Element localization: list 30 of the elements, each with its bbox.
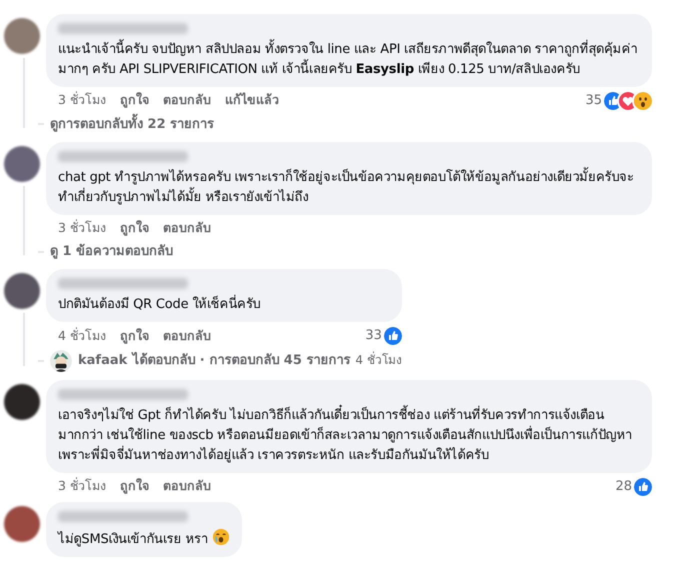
timestamp: 3 ชั่วโมง xyxy=(58,91,106,110)
edited-label: แก้ไขแล้ว xyxy=(224,91,279,110)
view-replies-link[interactable]: ดู 1 ข้อความตอบกลับ xyxy=(50,242,174,262)
reply-summary-link[interactable]: ได้ตอบกลับ · การตอบกลับ 45 รายการ xyxy=(132,351,350,370)
replier-name: kafaak xyxy=(78,352,128,370)
view-replies-link[interactable]: ดูการตอบกลับทั้ง 22 รายการ xyxy=(50,114,214,134)
comment-text: ไม่ดูSMSเงินเข้ากันเรย หรา xyxy=(58,528,230,550)
action-link[interactable]: ถูกใจ xyxy=(120,477,149,496)
timestamp: 4 ชั่วโมง xyxy=(58,326,106,345)
reaction-count[interactable]: 35 xyxy=(585,91,602,110)
avatar[interactable] xyxy=(50,350,72,372)
avatar[interactable] xyxy=(4,273,40,310)
action-link[interactable]: ถูกใจ xyxy=(120,326,149,346)
avatar[interactable] xyxy=(4,506,40,542)
timestamp: 4 ชั่วโมง xyxy=(355,351,402,369)
comment-text: เอาจริงๆไม่ใช่ Gpt ก็ทำได้ครับ ไม่บอกวิธีก็แล้วกันเดี๋ยวเป็นการชี้ช่อง แต่ร้านที่รับควรทำการแจ้งเตือนมากกว่า เช่นใช้line ของscb หรือตอนมียอดเข้าก็สละเวลามาดูการแจ้งเตือนสักแปปนึงเพื่อเป็นการแก้ปัญหา เพราะพี่มิจจี่มันหาช่องทางได้อยู่แล้ว เราควรตระหนัก และรับมือกันมันให้ได้ครับ xyxy=(58,406,640,466)
action-link[interactable]: ตอบกลับ xyxy=(162,91,211,110)
reaction-count[interactable]: 28 xyxy=(615,476,632,496)
reaction-count[interactable]: 33 xyxy=(365,326,382,346)
timestamp: 3 ชั่วโมง xyxy=(58,477,106,496)
action-link[interactable]: ตอบกลับ xyxy=(162,477,211,496)
action-link[interactable]: ตอบกลับ xyxy=(162,326,211,346)
comment-text: chat gpt ทำรูปภาพได้หรอครับ เพราะเราก็ใช้อยู่จะเป็นข้อความคุยตอบโต้ให้ข้อมูลกันอย่างเดียวมั้ยครับจะทำเกี่ยวกับรูปภาพไม่ได้มั้ย หรือเรายังเข้าไม่ถึง xyxy=(58,168,640,208)
action-link[interactable]: ถูกใจ xyxy=(120,91,149,110)
action-link[interactable]: ถูกใจ xyxy=(120,219,149,238)
timestamp: 3 ชั่วโมง xyxy=(58,219,106,237)
comment-text: ปกติมันต้องมี QR Code ให้เช็คนี่ครับ xyxy=(58,295,390,316)
action-link[interactable]: ตอบกลับ xyxy=(162,219,211,238)
comment-text: แนะนำเจ้านี้ครับ จบปัญหา สลิปปลอม ทั้งตรวจใน line และ API เสถียรภาพดีสุดในตลาด ราคาถูกที่สุดคุ้มค่ามากๆ ครับ API SLIPVERIFICATION แท้ เจ้านี้เลยครับ Easyslip เพียง 0.125 บาท/สลิปเองครับ xyxy=(58,40,640,80)
avatar[interactable] xyxy=(4,384,40,420)
